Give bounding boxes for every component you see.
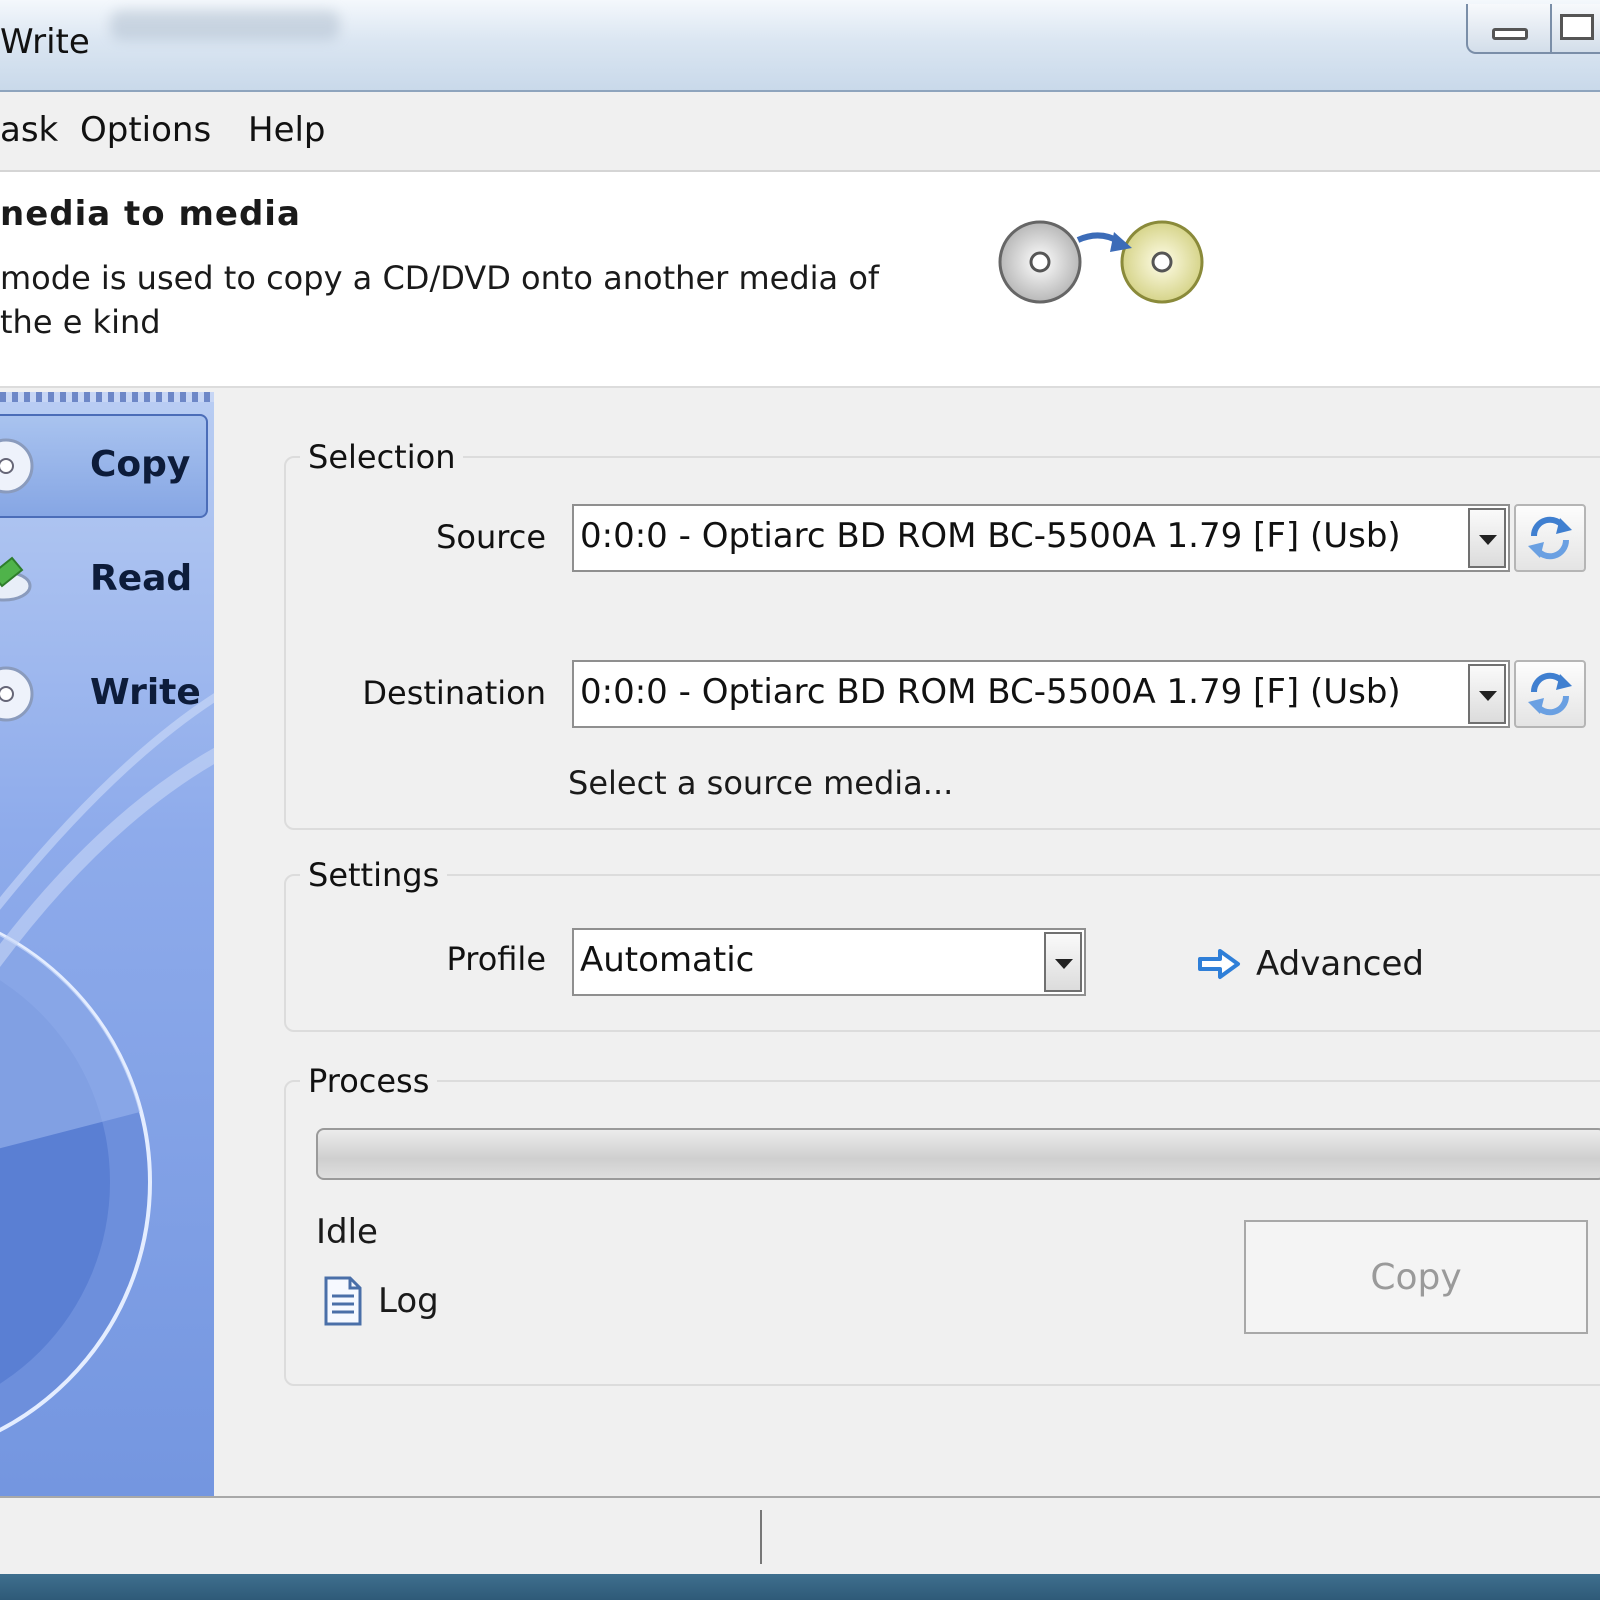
- mode-description: mode is used to copy a CD/DVD onto anoth…: [0, 259, 880, 341]
- maximize-button[interactable]: [1550, 4, 1600, 54]
- menu-help[interactable]: Help: [248, 110, 326, 150]
- disc-to-disc-icon: [998, 220, 1204, 304]
- arrow-right-icon: [1198, 949, 1240, 979]
- menu-bar: ask Options Help: [0, 92, 1600, 172]
- chevron-down-icon[interactable]: [1468, 664, 1506, 724]
- minimize-button[interactable]: [1466, 4, 1552, 54]
- sidebar-item-read[interactable]: Read: [0, 530, 208, 634]
- refresh-icon: [1528, 516, 1572, 560]
- profile-select[interactable]: Automatic: [572, 928, 1086, 996]
- status-text: Idle: [316, 1212, 378, 1252]
- minimize-icon: [1492, 28, 1528, 40]
- source-select[interactable]: 0:0:0 - Optiarc BD ROM BC-5500A 1.79 [F]…: [572, 504, 1510, 572]
- log-link[interactable]: Log: [322, 1276, 439, 1326]
- advanced-link[interactable]: Advanced: [1198, 942, 1424, 986]
- process-legend: Process: [308, 1062, 430, 1100]
- title-blur: [110, 10, 340, 40]
- disc-copy-icon: [0, 438, 34, 494]
- source-value: 0:0:0 - Optiarc BD ROM BC-5500A 1.79 [F]…: [580, 516, 1401, 556]
- destination-value: 0:0:0 - Optiarc BD ROM BC-5500A 1.79 [F]…: [580, 672, 1401, 712]
- destination-select[interactable]: 0:0:0 - Optiarc BD ROM BC-5500A 1.79 [F]…: [572, 660, 1510, 728]
- settings-legend: Settings: [308, 856, 440, 894]
- profile-value: Automatic: [580, 940, 755, 980]
- sidebar-item-label: Copy: [90, 444, 191, 485]
- destination-refresh-button[interactable]: [1514, 660, 1586, 728]
- copy-button[interactable]: Copy: [1244, 1220, 1588, 1334]
- log-label: Log: [378, 1281, 439, 1321]
- selection-hint: Select a source media...: [568, 764, 954, 802]
- mode-header: nedia to media mode is used to copy a CD…: [0, 172, 1600, 388]
- log-document-icon: [324, 1276, 362, 1326]
- menu-options[interactable]: Options: [80, 110, 211, 150]
- source-label: Source: [436, 518, 546, 556]
- window-bottom-edge: [0, 1574, 1600, 1600]
- advanced-label: Advanced: [1256, 944, 1424, 984]
- chevron-down-icon[interactable]: [1468, 508, 1506, 568]
- task-sidebar: Copy Read Write: [0, 392, 214, 1496]
- sidebar-item-copy[interactable]: Copy: [0, 414, 208, 518]
- progress-bar: [316, 1128, 1600, 1180]
- window-title: Write: [0, 22, 90, 62]
- destination-label: Destination: [362, 674, 546, 712]
- selection-legend: Selection: [308, 438, 456, 476]
- maximize-icon: [1560, 14, 1594, 40]
- source-refresh-button[interactable]: [1514, 504, 1586, 572]
- sidebar-item-write[interactable]: Write: [0, 644, 208, 748]
- refresh-icon: [1528, 672, 1572, 716]
- mode-title: nedia to media: [0, 194, 301, 234]
- sidebar-edge: [0, 392, 214, 402]
- sidebar-item-label: Read: [90, 558, 193, 599]
- disc-read-icon: [0, 556, 32, 602]
- title-bar: Write: [0, 0, 1600, 92]
- status-bar: [0, 1496, 1600, 1576]
- menu-task[interactable]: ask: [0, 110, 58, 150]
- status-divider: [760, 1510, 762, 1564]
- disc-write-icon: [0, 666, 34, 722]
- profile-label: Profile: [446, 940, 547, 978]
- sidebar-item-label: Write: [90, 672, 201, 713]
- chevron-down-icon[interactable]: [1044, 932, 1082, 992]
